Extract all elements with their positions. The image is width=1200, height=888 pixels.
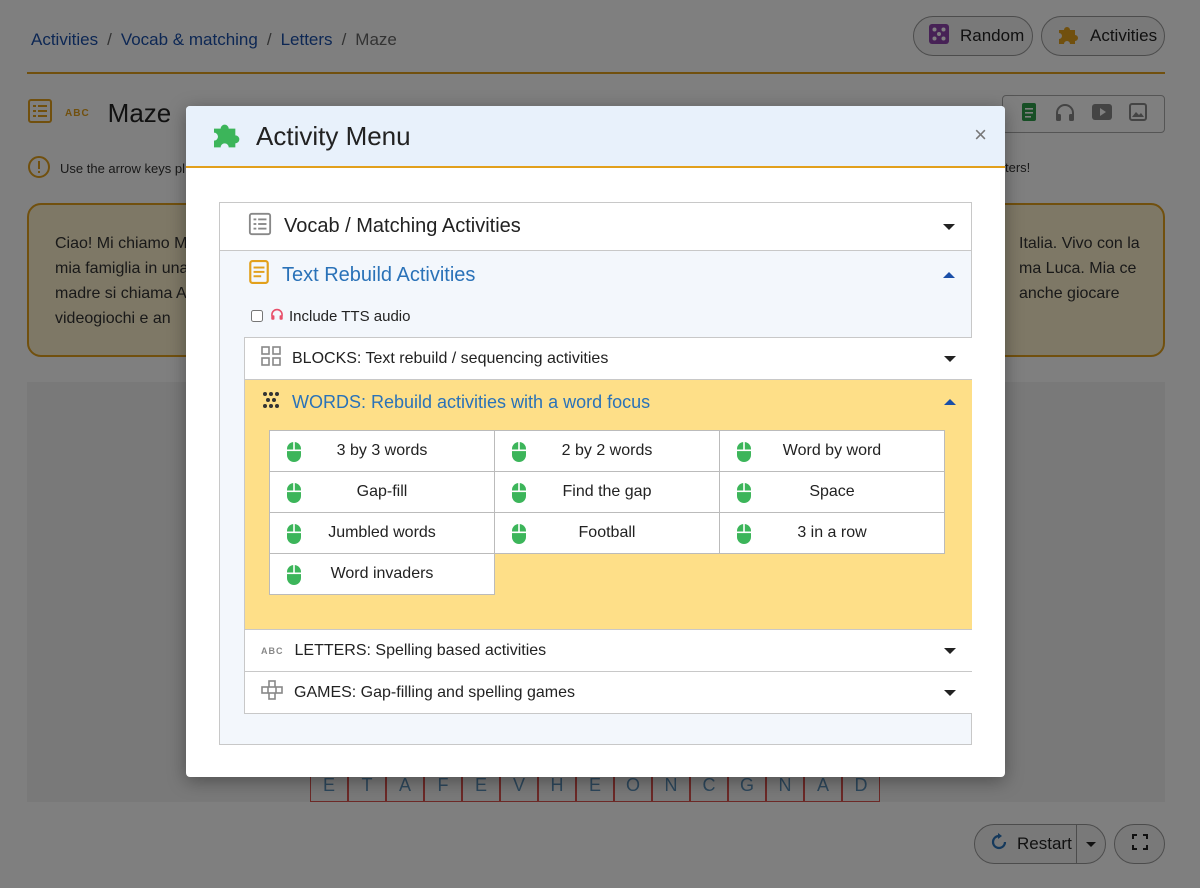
section-vocab-matching[interactable]: Vocab / Matching Activities xyxy=(220,203,971,251)
activity-3-in-a-row[interactable]: 3 in a row xyxy=(719,512,945,554)
mouse-icon xyxy=(736,523,752,550)
mouse-icon xyxy=(511,441,527,468)
mouse-icon xyxy=(736,441,752,468)
subsection-label: BLOCKS: Text rebuild / sequencing activi… xyxy=(292,349,609,367)
activity-label: Gap-fill xyxy=(356,483,408,500)
subsection-words: WORDS: Rebuild activities with a word fo… xyxy=(245,380,972,630)
list-icon xyxy=(248,212,272,242)
tts-option[interactable]: Include TTS audio xyxy=(251,307,410,325)
mouse-icon xyxy=(286,523,302,550)
activity-label: Find the gap xyxy=(562,483,652,500)
headphones-icon xyxy=(270,307,284,325)
subsection-blocks[interactable]: BLOCKS: Text rebuild / sequencing activi… xyxy=(245,338,972,380)
mouse-icon xyxy=(511,523,527,550)
grid-icon xyxy=(261,346,281,371)
text-rebuild-subsections: BLOCKS: Text rebuild / sequencing activi… xyxy=(244,337,972,714)
chevron-up-icon xyxy=(944,399,956,405)
activity-2-by-2-words[interactable]: 2 by 2 words xyxy=(494,430,720,472)
subsection-label: GAMES: Gap-filling and spelling games xyxy=(294,683,576,701)
activity-label: Football xyxy=(578,524,636,541)
modal-header: Activity Menu × xyxy=(186,106,1005,168)
close-button[interactable]: × xyxy=(974,122,987,148)
chevron-up-icon xyxy=(943,272,955,278)
activity-jumbled-words[interactable]: Jumbled words xyxy=(269,512,495,554)
activity-label: 3 by 3 words xyxy=(336,442,428,459)
tts-checkbox[interactable] xyxy=(251,310,263,322)
activity-label: Word invaders xyxy=(330,565,434,582)
mouse-icon xyxy=(286,564,302,591)
activity-gap-fill[interactable]: Gap-fill xyxy=(269,471,495,513)
chevron-down-icon xyxy=(943,223,955,230)
activity-word-by-word[interactable]: Word by word xyxy=(719,430,945,472)
section-text-rebuild[interactable]: Text Rebuild Activities xyxy=(220,251,971,299)
dots-icon xyxy=(261,390,281,415)
gamepad-icon xyxy=(261,680,283,705)
activity-football[interactable]: Football xyxy=(494,512,720,554)
activity-label: Jumbled words xyxy=(328,524,436,541)
mouse-icon xyxy=(286,482,302,509)
chevron-down-icon xyxy=(944,689,956,696)
chevron-down-icon xyxy=(944,647,956,654)
abc-icon: ABC xyxy=(261,645,284,656)
mouse-icon xyxy=(511,482,527,509)
subsection-games[interactable]: GAMES: Gap-filling and spelling games xyxy=(245,672,972,714)
subsection-label: LETTERS: Spelling based activities xyxy=(294,641,547,659)
section-label: Text Rebuild Activities xyxy=(282,263,476,286)
subsection-letters[interactable]: ABC LETTERS: Spelling based activities xyxy=(245,630,972,672)
puzzle-icon xyxy=(210,118,242,155)
mouse-icon xyxy=(736,482,752,509)
activity-label: Space xyxy=(809,483,855,500)
document-icon xyxy=(248,260,270,290)
activity-menu-modal: Activity Menu × Vocab / Matching Activit… xyxy=(186,106,1005,777)
subsection-words-header[interactable]: WORDS: Rebuild activities with a word fo… xyxy=(245,380,972,424)
subsection-label: WORDS: Rebuild activities with a word fo… xyxy=(292,391,651,412)
activity-accordion: Vocab / Matching Activities Text Rebuild… xyxy=(219,202,972,745)
activity-find-the-gap[interactable]: Find the gap xyxy=(494,471,720,513)
activity-space[interactable]: Space xyxy=(719,471,945,513)
activity-label: 3 in a row xyxy=(797,524,867,541)
activity-label: Word by word xyxy=(782,442,882,459)
chevron-down-icon xyxy=(944,355,956,362)
section-label: Vocab / Matching Activities xyxy=(284,215,521,237)
modal-title: Activity Menu xyxy=(256,120,411,151)
word-activity-grid: 3 by 3 words 2 by 2 words Word by word G… xyxy=(269,430,945,595)
mouse-icon xyxy=(286,441,302,468)
activity-3-by-3-words[interactable]: 3 by 3 words xyxy=(269,430,495,472)
activity-word-invaders[interactable]: Word invaders xyxy=(269,553,495,595)
tts-label: Include TTS audio xyxy=(289,307,411,325)
activity-label: 2 by 2 words xyxy=(561,442,653,459)
